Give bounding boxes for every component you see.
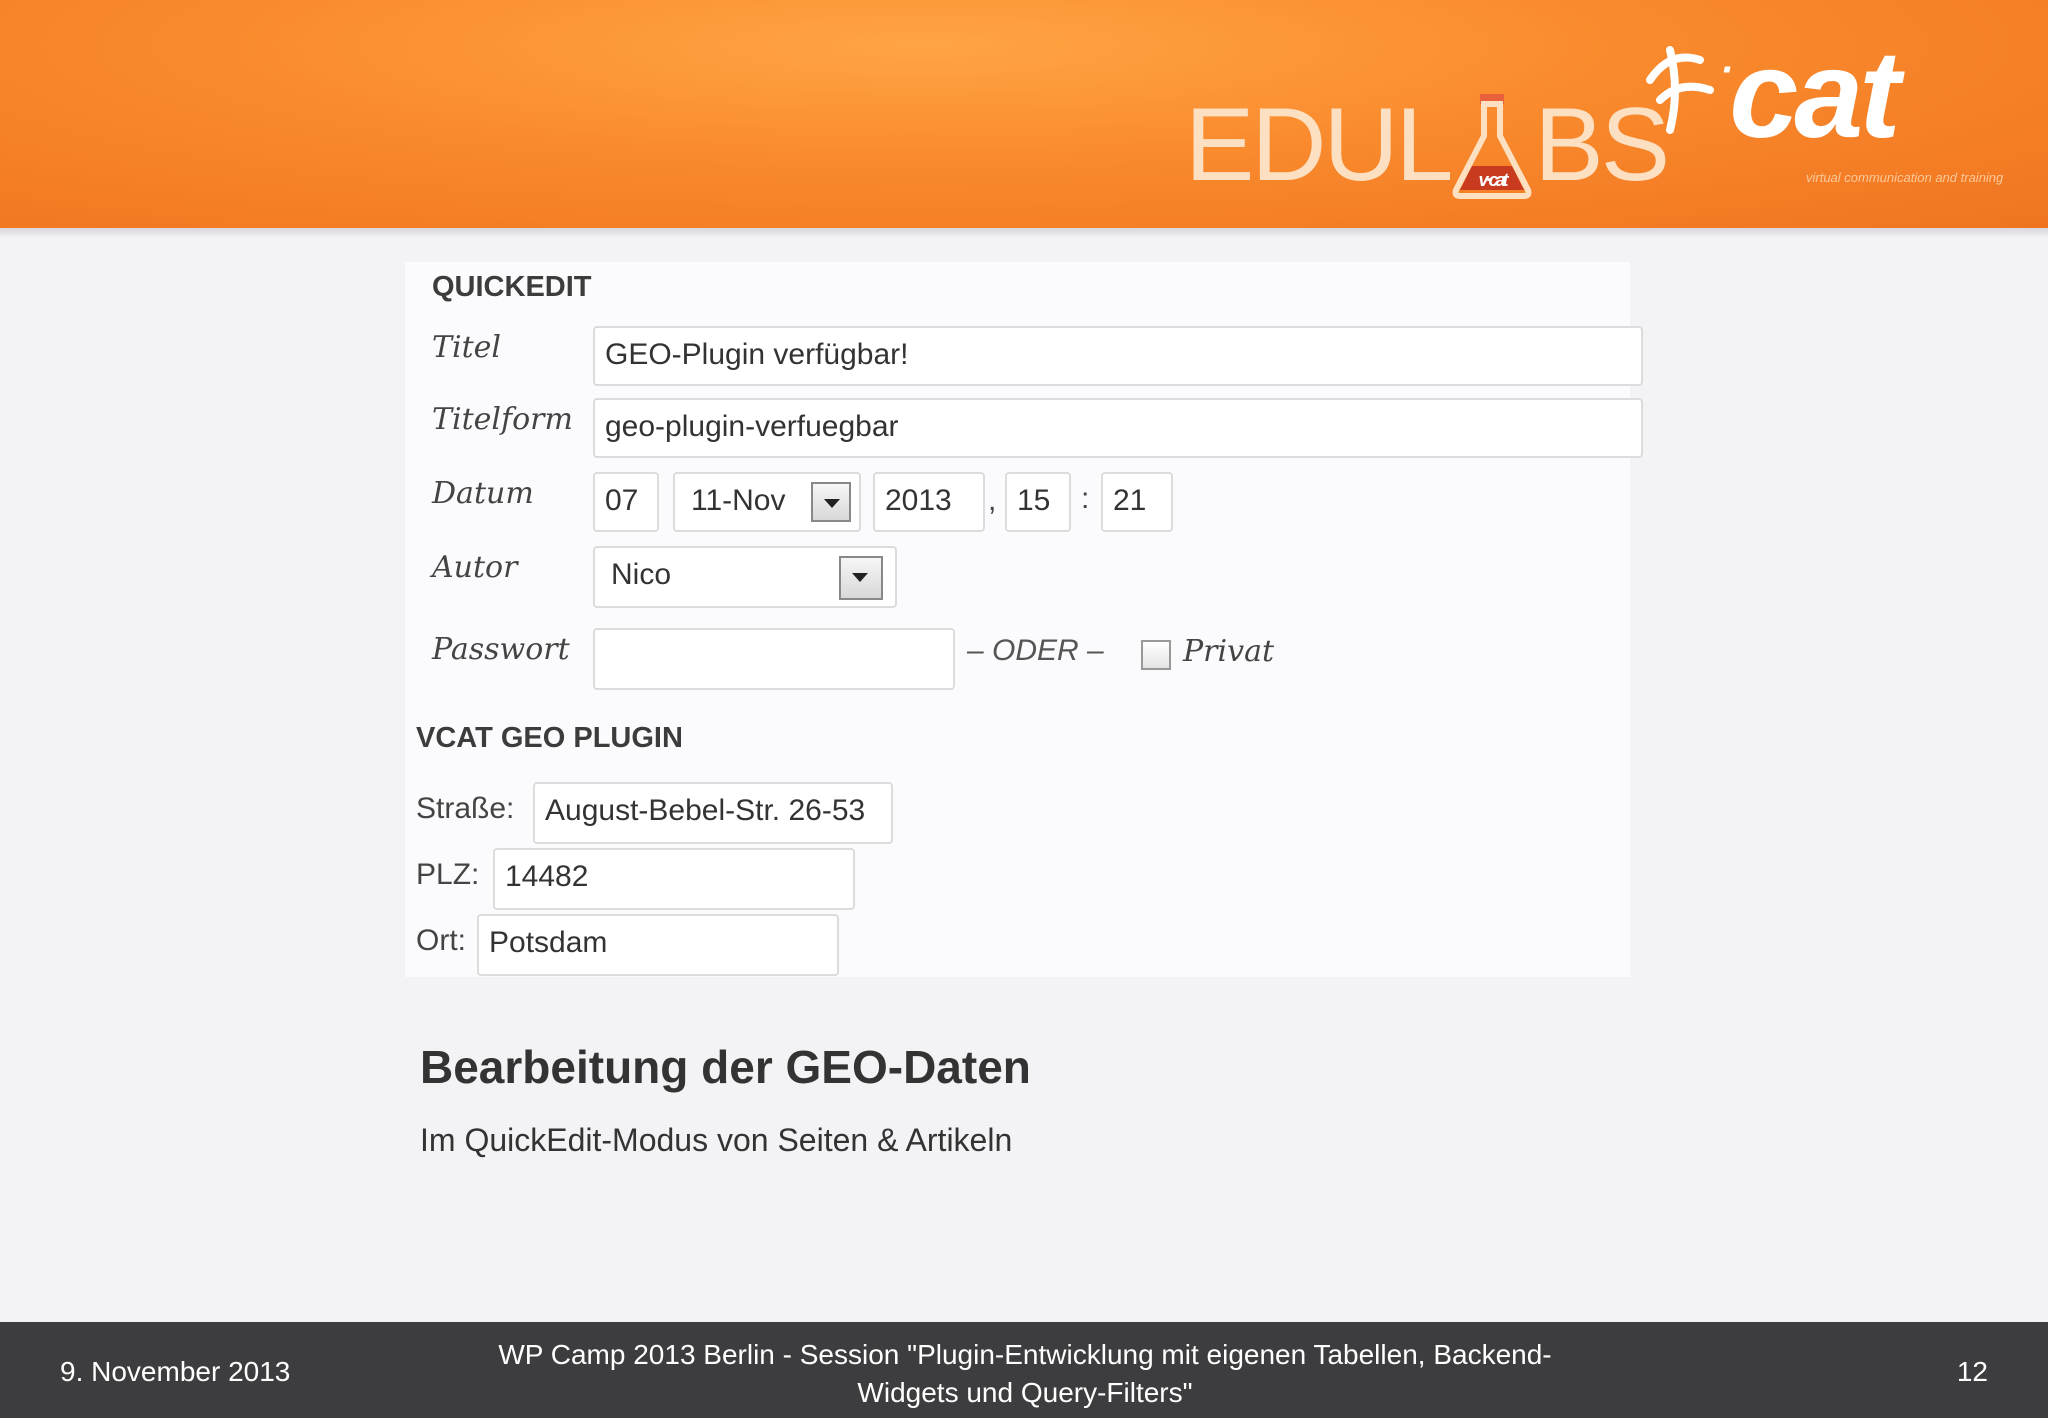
password-label: Passwort: [432, 632, 570, 667]
quickedit-section-title: QUICKEDIT: [432, 271, 592, 303]
city-input[interactable]: Potsdam: [477, 914, 839, 976]
date-comma: ,: [988, 484, 997, 517]
month-select[interactable]: 11-Nov: [673, 472, 861, 532]
edulabs-logo: EDUL v·cat BS: [1185, 87, 1670, 203]
author-label: Autor: [432, 550, 518, 585]
private-checkbox[interactable]: [1141, 640, 1171, 670]
vcat-tagline: virtual communication and training: [1806, 170, 2004, 185]
flask-icon: v·cat: [1452, 94, 1532, 199]
oder-separator: – ODER –: [967, 634, 1104, 667]
slide-subtitle: Im QuickEdit-Modus von Seiten & Artikeln: [420, 1122, 1013, 1158]
private-label: Privat: [1183, 634, 1275, 669]
hour-input[interactable]: 15: [1005, 472, 1071, 532]
street-label: Straße:: [416, 792, 515, 825]
time-colon: :: [1081, 482, 1090, 515]
year-input[interactable]: 2013: [873, 472, 985, 532]
month-select-value: 11-Nov: [691, 484, 786, 517]
title-label: Titel: [432, 330, 502, 365]
quickedit-screenshot: QUICKEDIT Titel GEO-Plugin verfügbar! Ti…: [405, 262, 1643, 977]
minute-input[interactable]: 21: [1101, 472, 1173, 532]
footer-bar: 9. November 2013 WP Camp 2013 Berlin - S…: [0, 1322, 2048, 1418]
footer-session-title: WP Camp 2013 Berlin - Session "Plugin-En…: [440, 1336, 1610, 1412]
footer-session-line2: Widgets und Query-Filters": [857, 1377, 1193, 1408]
password-input[interactable]: [593, 628, 955, 690]
footer-session-line1: WP Camp 2013 Berlin - Session "Plugin-En…: [498, 1339, 1552, 1370]
author-select-value: Nico: [611, 558, 672, 591]
day-input[interactable]: 07: [593, 472, 659, 532]
chevron-down-icon[interactable]: [811, 482, 851, 522]
header-banner: EDUL v·cat BS ·cat virtual communication a…: [0, 0, 2048, 228]
svg-text:v·cat: v·cat: [1479, 170, 1510, 190]
city-label: Ort:: [416, 924, 466, 957]
slug-label: Titelform: [432, 402, 573, 437]
vcat-swoosh-icon: [1646, 46, 1714, 134]
zip-label: PLZ:: [416, 858, 480, 891]
chevron-down-icon[interactable]: [839, 556, 883, 600]
vcat-logo: ·cat: [1640, 30, 1901, 160]
slide-title: Bearbeitung der GEO-Daten: [420, 1041, 1031, 1093]
author-select[interactable]: Nico: [593, 546, 897, 608]
street-input[interactable]: August-Bebel-Str. 26-53: [533, 782, 893, 844]
date-label: Datum: [432, 476, 534, 511]
footer-date: 9. November 2013: [60, 1356, 291, 1387]
page-number: 12: [1956, 1356, 1988, 1387]
geo-plugin-section-title: VCAT GEO PLUGIN: [416, 722, 683, 754]
zip-input[interactable]: 14482: [493, 848, 855, 910]
slug-input[interactable]: geo-plugin-verfuegbar: [593, 398, 1643, 458]
header-shadow: [0, 228, 2048, 238]
title-input[interactable]: GEO-Plugin verfügbar!: [593, 326, 1643, 386]
